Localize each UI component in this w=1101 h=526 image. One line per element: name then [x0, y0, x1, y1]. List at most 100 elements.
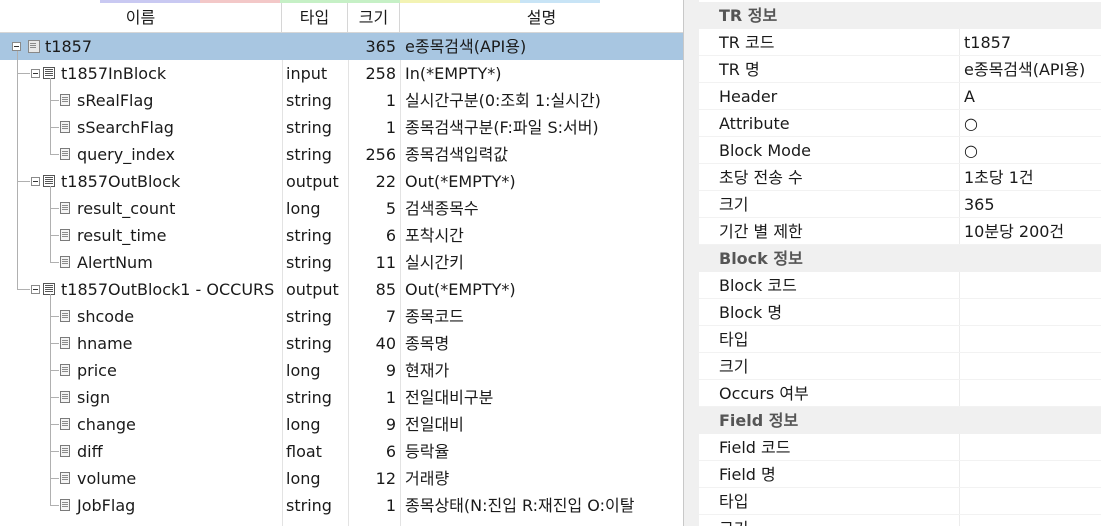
field-icon — [60, 364, 70, 376]
tr-tree-grid[interactable]: 이름 타입 크기 설명 t1857 365 e종목검색(API용) t1857InBl… — [0, 0, 683, 526]
tree-connector — [50, 127, 59, 128]
property-row[interactable]: 타입 — [699, 488, 1101, 515]
property-label: Field 코드 — [719, 438, 791, 457]
tree-field-row[interactable]: change long 9 전일대비 — [0, 411, 683, 438]
property-label: Occurs 여부 — [719, 384, 809, 403]
property-column-divider — [959, 29, 960, 56]
property-row[interactable]: Block 코드 — [699, 272, 1101, 299]
tree-field-row[interactable]: AlertNum string 11 실시간키 — [0, 249, 683, 276]
property-label: Field 명 — [719, 465, 776, 484]
node-description: e종목검색(API용) — [405, 37, 527, 56]
tree-field-row[interactable]: result_count long 5 검색종목수 — [0, 195, 683, 222]
tree-field-row[interactable]: price long 9 현재가 — [0, 357, 683, 384]
node-type: string — [286, 496, 332, 515]
tree-node-name: sSearchFlag — [77, 118, 174, 137]
tree-root-row[interactable]: t1857 365 e종목검색(API용) — [0, 33, 683, 60]
collapse-toggle-icon[interactable] — [31, 69, 40, 78]
column-header-description[interactable]: 설명 — [400, 3, 683, 32]
node-description: 검색종목수 — [405, 199, 479, 218]
property-row[interactable]: 기간 별 제한 10분당 200건 — [699, 218, 1101, 245]
property-row[interactable]: 초당 전송 수 1초당 1건 — [699, 164, 1101, 191]
property-column-divider — [959, 56, 960, 83]
block-icon — [43, 67, 55, 79]
tree-connector — [18, 289, 30, 290]
property-row[interactable]: 크기 — [699, 353, 1101, 380]
node-type: input — [286, 64, 328, 83]
tree-connector — [50, 343, 59, 344]
node-type: long — [286, 199, 321, 218]
tree-field-row[interactable]: volume long 12 거래량 — [0, 465, 683, 492]
tree-connector — [50, 235, 59, 236]
property-column-divider — [959, 137, 960, 164]
column-header-size[interactable]: 크기 — [348, 3, 400, 32]
tree-field-row[interactable]: result_time string 6 포착시간 — [0, 222, 683, 249]
property-column-divider — [959, 326, 960, 353]
property-row[interactable]: 크기 — [699, 515, 1101, 526]
tree-node-name: t1857InBlock — [61, 64, 167, 83]
tree-field-row[interactable]: shcode string 7 종목코드 — [0, 303, 683, 330]
node-size: 365 — [365, 37, 396, 56]
tree-node-name: hname — [77, 334, 133, 353]
tree-block-row[interactable]: t1857InBlock input 258 In(*EMPTY*) — [0, 60, 683, 87]
property-row[interactable]: TR 코드 t1857 — [699, 29, 1101, 56]
property-row[interactable]: Field 코드 — [699, 434, 1101, 461]
tree-node-name: t1857 — [45, 37, 92, 56]
property-row[interactable]: Occurs 여부 — [699, 380, 1101, 407]
field-icon — [60, 472, 70, 484]
property-label: 크기 — [719, 515, 748, 526]
property-label: TR 정보 — [719, 6, 778, 25]
property-column-divider — [959, 272, 960, 299]
property-row[interactable]: Field 명 — [699, 461, 1101, 488]
column-header-name[interactable]: 이름 — [0, 3, 282, 32]
tree-node-name: change — [77, 415, 136, 434]
property-column-divider — [959, 353, 960, 380]
node-size: 22 — [375, 172, 396, 191]
property-value: e종목검색(API용) — [964, 60, 1086, 79]
tree-connector — [50, 370, 59, 371]
tree-connector — [50, 451, 59, 452]
node-size: 256 — [365, 145, 396, 164]
field-icon — [60, 337, 70, 349]
tree-connector — [50, 294, 51, 506]
property-value: 1초당 1건 — [964, 168, 1034, 187]
tree-node-name: diff — [77, 442, 103, 461]
property-label: Block 명 — [719, 303, 783, 322]
field-icon — [60, 499, 70, 511]
tree-block-row[interactable]: t1857OutBlock output 22 Out(*EMPTY*) — [0, 168, 683, 195]
tree-field-row[interactable]: sign string 1 전일대비구분 — [0, 384, 683, 411]
property-label: 타입 — [719, 492, 749, 511]
node-size: 12 — [375, 469, 396, 488]
tree-node-name: result_count — [77, 199, 176, 218]
tree-field-row[interactable]: sSearchFlag string 1 종목검색구분(F:파일 S:서버) — [0, 114, 683, 141]
property-row[interactable]: 타입 — [699, 326, 1101, 353]
node-type — [286, 33, 346, 60]
collapse-toggle-icon[interactable] — [31, 285, 40, 294]
block-icon — [43, 175, 55, 187]
node-type: string — [286, 253, 332, 272]
tree-field-row[interactable]: JobFlag string 1 종목상태(N:진입 R:재진입 O:이탈 — [0, 492, 683, 519]
tree-connector — [50, 100, 59, 101]
node-type: string — [286, 388, 332, 407]
property-row[interactable]: Header A — [699, 83, 1101, 110]
tree-connector — [50, 78, 51, 155]
property-row[interactable]: Attribute ○ — [699, 110, 1101, 137]
tree-connector — [50, 424, 59, 425]
property-column-divider — [959, 461, 960, 488]
node-description: 종목코드 — [405, 307, 464, 326]
property-row[interactable]: 크기 365 — [699, 191, 1101, 218]
collapse-toggle-icon[interactable] — [31, 177, 40, 186]
tree-field-row[interactable]: sRealFlag string 1 실시간구분(0:조회 1:실시간) — [0, 87, 683, 114]
field-icon — [60, 148, 70, 160]
collapse-toggle-icon[interactable] — [12, 42, 21, 51]
property-row[interactable]: Block 명 — [699, 299, 1101, 326]
tree-block-row[interactable]: t1857OutBlock1 - OCCURS output 85 Out(*EMPT… — [0, 276, 683, 303]
property-row[interactable]: TR 명 e종목검색(API용) — [699, 56, 1101, 83]
splitter[interactable] — [683, 0, 699, 526]
tree-field-row[interactable]: hname string 40 종목명 — [0, 330, 683, 357]
property-row[interactable]: Block Mode ○ — [699, 137, 1101, 164]
tree-field-row[interactable]: query_index string 256 종목검색입력값 — [0, 141, 683, 168]
node-type: output — [286, 280, 339, 299]
tree-node-name: query_index — [77, 145, 175, 164]
column-header-type[interactable]: 타입 — [282, 3, 348, 32]
tree-field-row[interactable]: diff float 6 등락율 — [0, 438, 683, 465]
